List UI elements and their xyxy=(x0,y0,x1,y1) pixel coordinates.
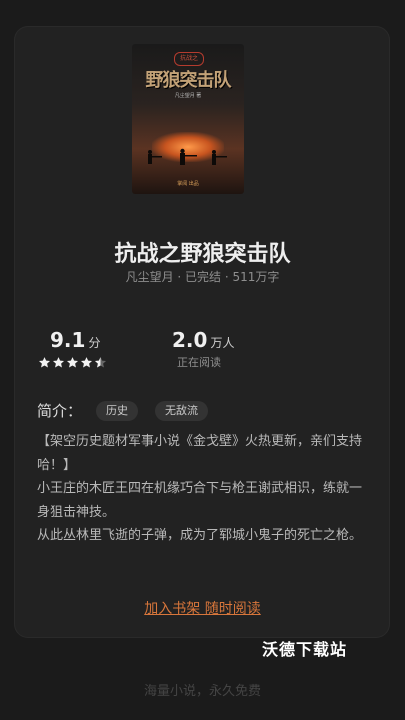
cover-title: 野狼突击队 xyxy=(145,70,232,91)
rating-stars xyxy=(38,356,107,369)
star-icon xyxy=(66,357,79,368)
watermark: 沃德下载站 xyxy=(262,640,348,659)
cover-publisher: 掌阅 出品 xyxy=(177,181,199,187)
intro-paragraph: 从此丛林里飞逝的子弹，成为了郓城小鬼子的死亡之枪。 xyxy=(37,528,363,543)
cover-soldiers-silhouette xyxy=(148,148,227,165)
score-unit: 分 xyxy=(88,336,101,350)
add-to-shelf-link[interactable]: 加入书架 随时阅读 xyxy=(0,598,405,618)
score-value: 9.1 xyxy=(50,328,86,352)
intro-paragraph: 小王庄的木匠王四在机缘巧合下与枪王谢武相识，练就一身狙击神技。 xyxy=(37,481,363,520)
readers-label: 正在阅读 xyxy=(177,356,221,369)
score-stat: 9.1 分 xyxy=(50,328,100,352)
star-icon xyxy=(52,357,65,368)
readers-stat: 2.0 万人 xyxy=(172,328,234,352)
cover-author: 凡尘望月 著 xyxy=(174,93,202,99)
half-star-icon xyxy=(94,357,107,368)
intro-paragraph: 【架空历史题材军事小说《金戈壁》火热更新，亲们支持哈！】 xyxy=(37,434,363,473)
book-title: 抗战之野狼突击队 xyxy=(114,242,291,267)
genre-tag[interactable]: 无敌流 xyxy=(155,401,208,421)
star-icon xyxy=(80,357,93,368)
footer-slogan: 海量小说，永久免费 xyxy=(143,684,261,699)
readers-value: 2.0 xyxy=(172,328,208,352)
book-meta: 凡尘望月 · 已完结 · 511万字 xyxy=(125,270,280,284)
intro-text: 【架空历史题材军事小说《金戈壁》火热更新，亲们支持哈！】 小王庄的木匠王四在机缘… xyxy=(37,430,367,566)
intro-label: 简介： xyxy=(37,402,83,420)
cover-series-tag: 抗战之 xyxy=(174,52,204,66)
book-cover[interactable]: 抗战之 野狼突击队 凡尘望月 著 掌阅 出品 xyxy=(132,44,244,194)
readers-unit: 万人 xyxy=(210,336,235,350)
star-icon xyxy=(38,357,51,368)
genre-tag[interactable]: 历史 xyxy=(96,401,138,421)
